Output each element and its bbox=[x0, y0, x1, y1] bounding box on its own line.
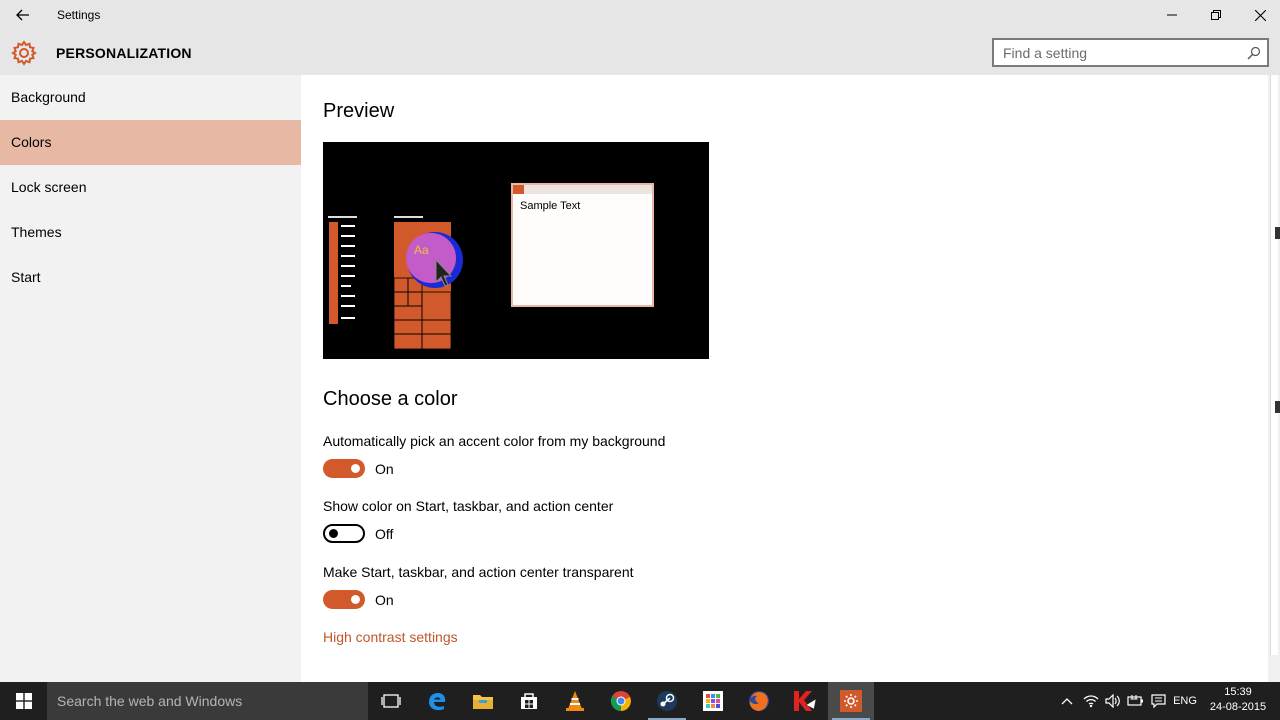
steam-icon bbox=[657, 691, 677, 711]
back-button[interactable] bbox=[8, 0, 38, 30]
firefox-icon bbox=[749, 691, 769, 711]
network-tray-button[interactable] bbox=[1080, 682, 1102, 720]
high-contrast-link[interactable]: High contrast settings bbox=[323, 629, 458, 645]
edge-button[interactable] bbox=[414, 682, 460, 720]
chevron-up-icon bbox=[1061, 698, 1073, 705]
sidebar-item-label: Lock screen bbox=[11, 179, 87, 195]
title-bar: Settings bbox=[0, 0, 1280, 30]
color-preview: Aa Sample Text bbox=[323, 142, 709, 359]
sidebar-item-label: Themes bbox=[11, 224, 62, 240]
scrollbar-thumb[interactable] bbox=[1270, 75, 1278, 655]
battery-plug-icon bbox=[1127, 695, 1143, 706]
app-grid-button[interactable] bbox=[690, 682, 736, 720]
steam-button[interactable] bbox=[644, 682, 690, 720]
content-pane: Preview Aa Sample Text Choose a color Au… bbox=[301, 75, 1268, 682]
show-color-toggle[interactable] bbox=[323, 524, 365, 543]
show-hidden-icons-button[interactable] bbox=[1058, 682, 1076, 720]
firefox-button[interactable] bbox=[736, 682, 782, 720]
maximize-button[interactable] bbox=[1194, 0, 1238, 30]
power-tray-button[interactable] bbox=[1124, 682, 1148, 720]
settings-header: PERSONALIZATION bbox=[0, 30, 1280, 75]
windows-logo-icon bbox=[15, 693, 32, 709]
clock-time: 15:39 bbox=[1224, 686, 1252, 698]
find-setting-search[interactable] bbox=[992, 38, 1269, 67]
show-color-state: Off bbox=[375, 526, 394, 542]
task-view-button[interactable] bbox=[368, 682, 414, 720]
transparent-label: Make Start, taskbar, and action center t… bbox=[323, 564, 634, 580]
gear-icon bbox=[11, 40, 37, 66]
window-title: Settings bbox=[57, 8, 101, 22]
taskbar-search-input[interactable] bbox=[47, 682, 347, 720]
minimize-button[interactable] bbox=[1150, 0, 1194, 30]
store-icon bbox=[521, 693, 537, 709]
search-input[interactable] bbox=[994, 40, 1234, 65]
kaspersky-button[interactable] bbox=[782, 682, 828, 720]
close-button[interactable] bbox=[1238, 0, 1280, 30]
settings-gear-icon bbox=[840, 690, 862, 712]
taskbar: ENG 15:39 24-08-2015 bbox=[0, 682, 1280, 720]
language-indicator[interactable]: ENG bbox=[1170, 682, 1200, 720]
auto-accent-label: Automatically pick an accent color from … bbox=[323, 433, 666, 449]
close-icon bbox=[1254, 9, 1266, 21]
vlc-button[interactable] bbox=[552, 682, 598, 720]
search-icon[interactable] bbox=[1247, 46, 1261, 60]
folder-icon bbox=[473, 695, 493, 709]
store-button[interactable] bbox=[506, 682, 552, 720]
action-center-button[interactable] bbox=[1148, 682, 1168, 720]
sidebar-item-start[interactable]: Start bbox=[0, 255, 301, 300]
taskbar-search[interactable] bbox=[47, 682, 368, 720]
language-text: ENG bbox=[1173, 695, 1197, 707]
section-title: PERSONALIZATION bbox=[56, 45, 192, 61]
task-view-icon bbox=[381, 694, 401, 708]
settings-taskbar-button[interactable] bbox=[828, 682, 874, 720]
kaspersky-icon bbox=[794, 691, 817, 711]
chrome-button[interactable] bbox=[598, 682, 644, 720]
preview-illustration bbox=[328, 183, 654, 350]
auto-accent-toggle[interactable] bbox=[323, 459, 365, 478]
choose-color-heading: Choose a color bbox=[323, 388, 458, 410]
scroll-marker bbox=[1275, 401, 1280, 413]
preview-heading: Preview bbox=[323, 100, 395, 122]
auto-accent-state: On bbox=[375, 461, 394, 477]
wifi-icon bbox=[1083, 695, 1099, 708]
show-color-label: Show color on Start, taskbar, and action… bbox=[323, 498, 614, 514]
sidebar: Background Colors Lock screen Themes Sta… bbox=[0, 75, 301, 682]
edge-icon bbox=[429, 693, 446, 711]
sidebar-item-label: Colors bbox=[11, 134, 52, 150]
preview-sample-text: Sample Text bbox=[520, 200, 581, 212]
sidebar-item-colors[interactable]: Colors bbox=[0, 120, 301, 165]
back-arrow-icon bbox=[16, 9, 29, 21]
restore-icon bbox=[1211, 10, 1221, 20]
transparent-toggle[interactable] bbox=[323, 590, 365, 609]
start-button[interactable] bbox=[0, 682, 47, 720]
taskbar-clock[interactable]: 15:39 24-08-2015 bbox=[1204, 685, 1272, 715]
minimize-icon bbox=[1167, 14, 1177, 16]
chrome-icon bbox=[610, 691, 631, 712]
transparent-state: On bbox=[375, 592, 394, 608]
scroll-marker bbox=[1275, 227, 1280, 239]
vlc-cone-icon bbox=[566, 691, 584, 711]
preview-tile-text: Aa bbox=[414, 243, 429, 257]
sidebar-item-background[interactable]: Background bbox=[0, 75, 301, 120]
sidebar-item-label: Start bbox=[11, 269, 41, 285]
speaker-icon bbox=[1105, 694, 1120, 708]
sidebar-item-label: Background bbox=[11, 89, 86, 105]
scrollbar[interactable] bbox=[1268, 75, 1280, 682]
app-grid-icon bbox=[703, 691, 723, 711]
volume-tray-button[interactable] bbox=[1102, 682, 1124, 720]
clock-date: 24-08-2015 bbox=[1209, 701, 1267, 713]
sidebar-item-themes[interactable]: Themes bbox=[0, 210, 301, 255]
file-explorer-button[interactable] bbox=[460, 682, 506, 720]
action-center-icon bbox=[1150, 694, 1166, 708]
sidebar-item-lock-screen[interactable]: Lock screen bbox=[0, 165, 301, 210]
